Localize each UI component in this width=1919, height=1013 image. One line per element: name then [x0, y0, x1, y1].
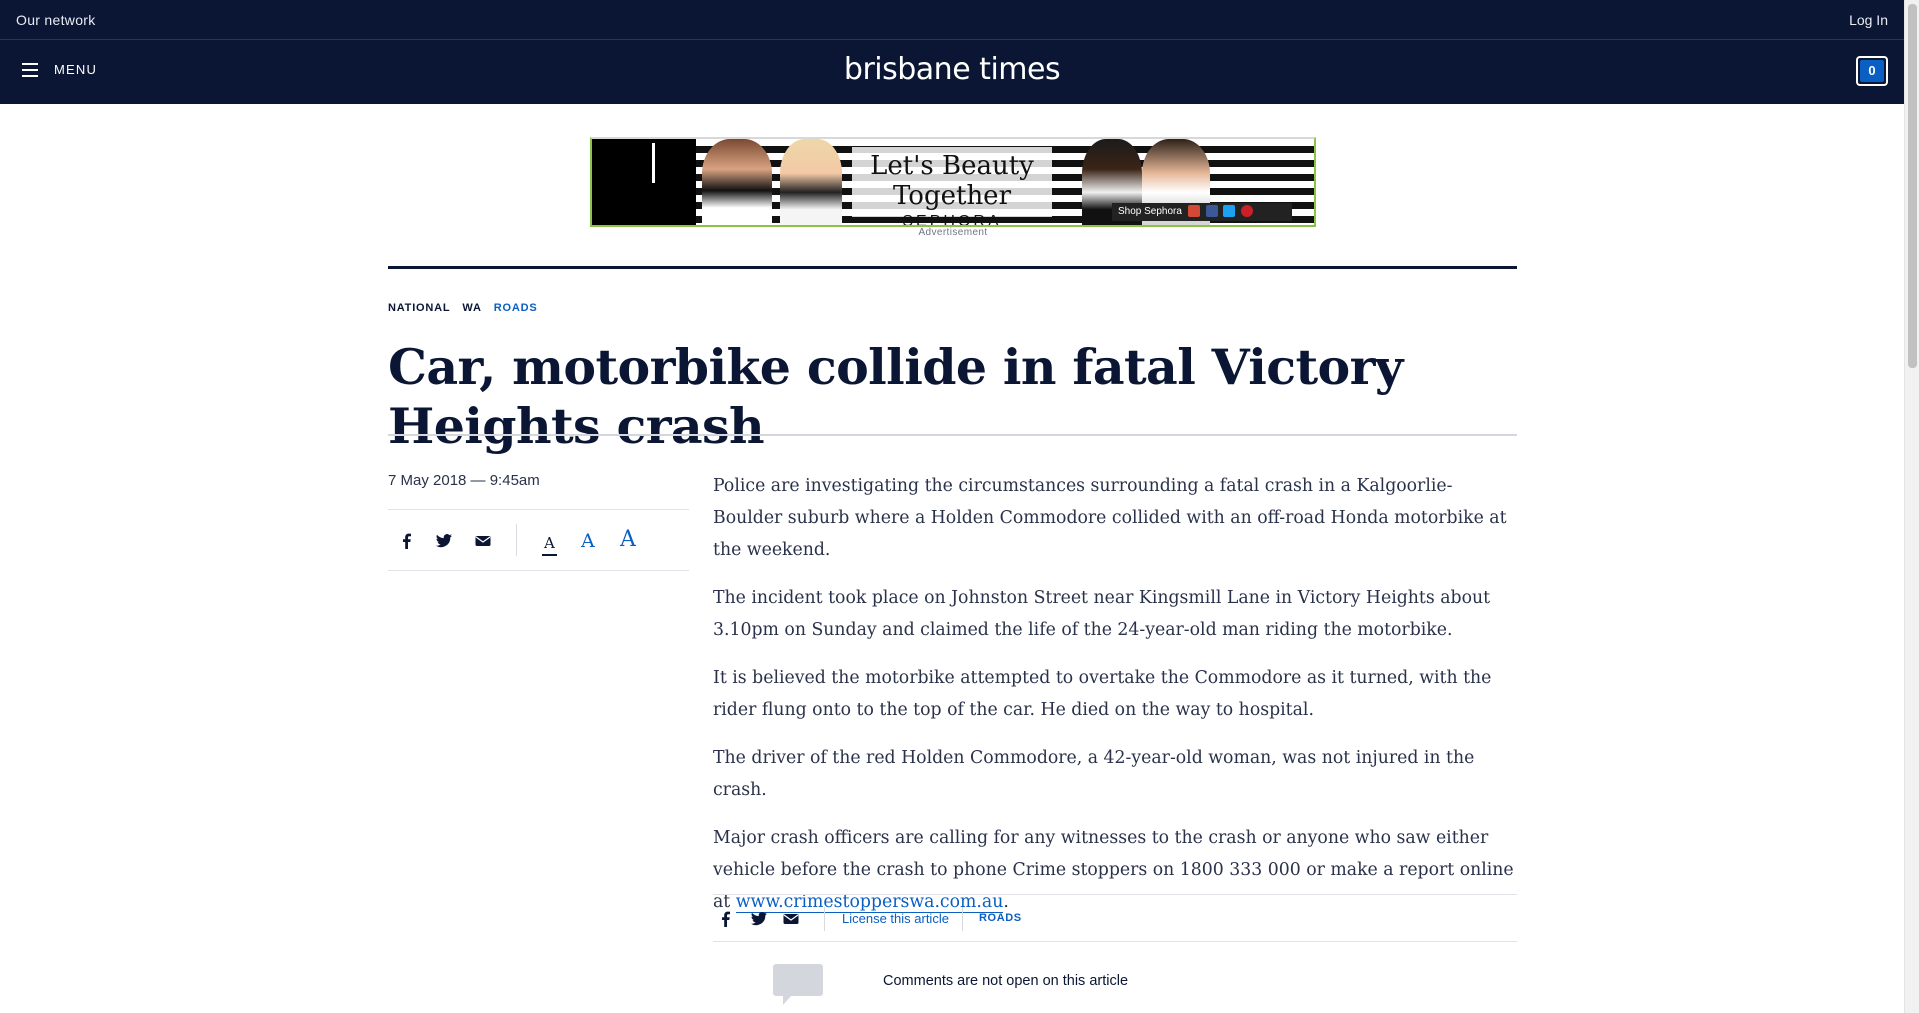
- comments-closed-note: Comments are not open on this article: [883, 973, 1129, 989]
- breadcrumb: NATIONAL WA ROADS: [388, 302, 537, 314]
- toolbar-divider: [516, 524, 517, 556]
- facebook-icon[interactable]: [717, 910, 735, 928]
- breadcrumb-roads[interactable]: ROADS: [494, 302, 538, 314]
- license-article-link[interactable]: License this article: [842, 911, 949, 926]
- facebook-icon[interactable]: [398, 532, 416, 550]
- scrollbar-thumb[interactable]: [1908, 4, 1917, 368]
- twitter-icon[interactable]: [750, 910, 768, 928]
- article-paragraph: The incident took place on Johnston Stre…: [713, 588, 1491, 640]
- twitter-icon[interactable]: [1223, 205, 1236, 218]
- headline-divider: [388, 434, 1517, 436]
- email-icon[interactable]: [782, 910, 800, 928]
- toolbar-divider: [824, 907, 825, 931]
- breadcrumb-national[interactable]: NATIONAL: [388, 302, 450, 314]
- toolbar-divider: [962, 907, 963, 931]
- masthead: MENU brisbane times 0: [0, 40, 1904, 104]
- article-paragraph: The driver of the red Holden Commodore, …: [713, 748, 1475, 800]
- ad-copy: Let's Beauty Together SEPHORA: [852, 147, 1052, 225]
- pinterest-icon[interactable]: [1241, 205, 1254, 218]
- ad-cta[interactable]: Shop Sephora: [1112, 203, 1292, 221]
- ad-model-image: [702, 139, 772, 225]
- ad-model-image: [780, 139, 842, 225]
- our-network-link[interactable]: Our network: [16, 12, 96, 28]
- count-badge-value: 0: [1860, 60, 1884, 82]
- font-size-small-button[interactable]: A: [542, 534, 557, 556]
- twitter-icon[interactable]: [435, 532, 453, 550]
- article-paragraph: Police are investigating the circumstanc…: [713, 476, 1507, 560]
- ad-black-panel: [592, 139, 696, 225]
- google-plus-icon[interactable]: [1187, 205, 1200, 218]
- advertisement-banner[interactable]: Let's Beauty Together SEPHORA Shop Sepho…: [590, 137, 1316, 227]
- email-icon[interactable]: [474, 532, 492, 550]
- article-headline: Car, motorbike collide in fatal Victory …: [388, 338, 1403, 455]
- font-size-large-button[interactable]: A: [620, 527, 636, 552]
- speech-bubble-icon: [773, 964, 823, 1005]
- article-dateline: 7 May 2018 — 9:45am: [388, 472, 540, 489]
- article-footer-toolbar: License this article ROADS: [713, 894, 1517, 942]
- article-paragraph: It is believed the motorbike attempted t…: [713, 668, 1492, 720]
- advertisement-label: Advertisement: [918, 227, 988, 238]
- ad-brand: SEPHORA: [902, 213, 1002, 227]
- ad-cta-label: Shop Sephora: [1118, 206, 1182, 217]
- share-toolbar: A A A: [388, 509, 689, 571]
- breadcrumb-wa[interactable]: WA: [462, 302, 481, 314]
- login-link[interactable]: Log In: [1849, 12, 1888, 28]
- ad-headline: Let's Beauty Together: [870, 151, 1034, 211]
- article-body: Police are investigating the circumstanc…: [713, 470, 1517, 934]
- network-bar: Our network Log In: [0, 0, 1904, 40]
- site-logo[interactable]: brisbane times: [0, 52, 1904, 87]
- page-scrollbar[interactable]: [1904, 0, 1919, 1013]
- section-rule: [388, 266, 1517, 269]
- facebook-icon[interactable]: [1205, 205, 1218, 218]
- font-size-medium-button[interactable]: A: [581, 530, 595, 552]
- count-badge[interactable]: 0: [1856, 56, 1888, 86]
- topic-tag-roads[interactable]: ROADS: [979, 912, 1022, 924]
